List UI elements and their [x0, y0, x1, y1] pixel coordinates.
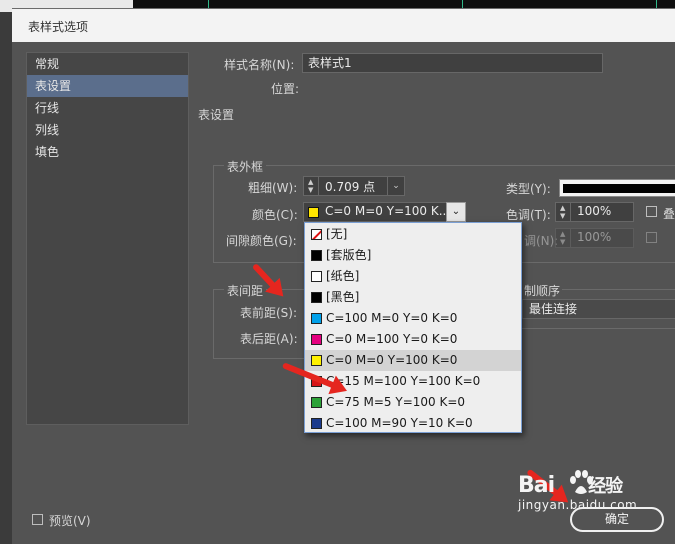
color-label: 颜色(C):: [252, 208, 298, 222]
nav-item-fills[interactable]: 填色: [27, 141, 188, 163]
nav-item-table-setup[interactable]: 表设置: [27, 75, 188, 97]
swatch-icon: [311, 334, 322, 345]
preview-label: 预览(V): [49, 514, 91, 528]
color-option-yellow[interactable]: C=0 M=0 Y=100 K=0: [305, 350, 521, 371]
nav-item-general[interactable]: 常规: [27, 53, 188, 75]
swatch-icon: [311, 418, 322, 429]
swatch-icon: [311, 355, 322, 366]
color-option-blue[interactable]: C=100 M=90 Y=10 K=0: [305, 413, 521, 434]
swatch-icon: [311, 292, 322, 303]
weight-value: 0.709 点: [325, 180, 376, 194]
color-select[interactable]: C=0 M=0 Y=100 K... ⌄: [303, 202, 466, 222]
swatch-icon: [311, 250, 322, 261]
gap-overprint-checkbox[interactable]: [646, 232, 657, 243]
tint-label: 色调(T):: [506, 208, 551, 222]
color-option-registration[interactable]: [套版色]: [305, 245, 521, 266]
swatch-icon: [311, 397, 322, 408]
swatch-icon: [311, 271, 322, 282]
section-heading: 表设置: [198, 108, 235, 122]
color-swatch: [308, 207, 319, 218]
table-spacing-title: 表间距: [224, 282, 267, 299]
space-after-label: 表后距(A):: [240, 332, 298, 346]
draw-order-title: 制顺序: [522, 282, 563, 299]
gap-tint-stepper[interactable]: ▲ ▼ 100%: [555, 228, 634, 248]
preview-checkbox[interactable]: [32, 514, 43, 525]
stroke-preview: [563, 184, 675, 193]
location-label: 位置:: [271, 82, 300, 96]
overprint-label: 叠: [663, 207, 675, 221]
gap-tint-stepper-arrows[interactable]: ▲ ▼: [556, 229, 571, 247]
ok-button[interactable]: 确定: [570, 507, 664, 532]
color-value: C=0 M=0 Y=100 K...: [325, 204, 451, 218]
style-name-label: 样式名称(N):: [224, 58, 295, 72]
style-name-input[interactable]: 表样式1: [302, 53, 603, 73]
dialog-titlebar: 表样式选项: [12, 9, 675, 42]
gap-color-label: 间隙颜色(G):: [226, 234, 297, 248]
draw-order-select[interactable]: 最佳连接: [522, 299, 675, 319]
gap-tint-label: 调(N):: [524, 234, 559, 248]
type-label: 类型(Y):: [506, 182, 551, 196]
tint-value: 100%: [577, 204, 612, 218]
nav-item-column-strokes[interactable]: 列线: [27, 119, 188, 141]
color-option-black[interactable]: [黑色]: [305, 287, 521, 308]
gap-tint-value: 100%: [577, 230, 612, 244]
color-option-cyan[interactable]: C=100 M=0 Y=0 K=0: [305, 308, 521, 329]
overprint-checkbox[interactable]: [646, 206, 657, 217]
category-list: 常规 表设置 行线 列线 填色: [26, 52, 189, 425]
weight-stepper[interactable]: ▲ ▼ 0.709 点 ⌄: [303, 176, 405, 196]
color-option-none[interactable]: [无]: [305, 224, 521, 245]
weight-label: 粗细(W):: [248, 181, 298, 195]
space-before-label: 表前距(S):: [240, 306, 298, 320]
tint-stepper[interactable]: ▲ ▼ 100%: [555, 202, 634, 222]
baidu-watermark: Bai 经验 jingyan.baidu.com: [518, 473, 638, 512]
stroke-type-select[interactable]: [559, 179, 675, 197]
nav-item-row-strokes[interactable]: 行线: [27, 97, 188, 119]
dialog-title: 表样式选项: [28, 20, 89, 34]
color-dropdown-list: [无] [套版色] [纸色] [黑色] C=100 M=0 Y=0 K=0 C=…: [304, 222, 522, 433]
chevron-down-icon[interactable]: ⌄: [446, 202, 466, 222]
no-color-icon: [311, 229, 322, 240]
chevron-down-icon[interactable]: ⌄: [387, 177, 404, 195]
table-border-title: 表外框: [224, 158, 267, 175]
weight-stepper-arrows[interactable]: ▲ ▼: [304, 177, 319, 195]
tint-stepper-arrows[interactable]: ▲ ▼: [556, 203, 571, 221]
swatch-icon: [311, 313, 322, 324]
color-option-paper[interactable]: [纸色]: [305, 266, 521, 287]
color-option-magenta[interactable]: C=0 M=100 Y=0 K=0: [305, 329, 521, 350]
